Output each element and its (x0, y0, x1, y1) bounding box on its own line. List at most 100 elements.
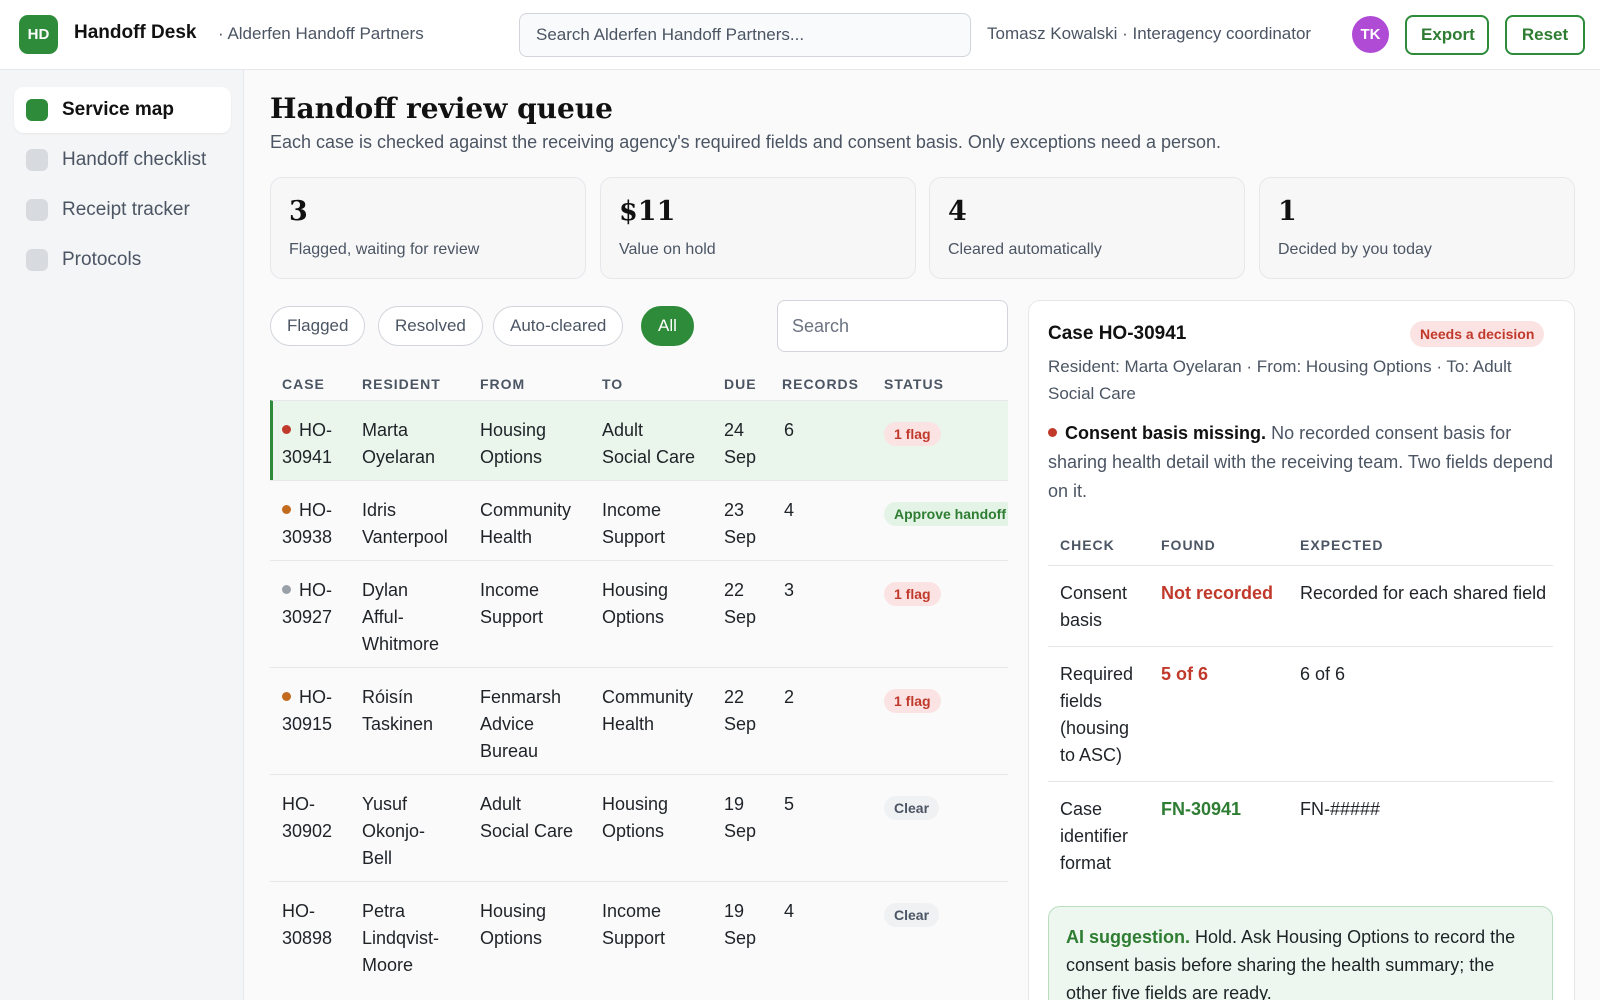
status-badge: 1 flag (884, 689, 941, 713)
sidebar-item-handoff-checklist[interactable]: Handoff checklist (14, 137, 231, 183)
table-row[interactable]: HO- 30898 Petra Lindqvist- Moore Housing Optio… (270, 881, 1008, 988)
cell-due: 22 Sep (724, 580, 757, 627)
cell-from: Income Support (480, 580, 544, 627)
cell-records: 2 (784, 687, 795, 707)
table-row[interactable]: HO- 30938 Idris Vanterpool Community Health In… (270, 480, 1008, 560)
check-name: Required fields (housing to ASC) (1060, 664, 1134, 765)
sidebar-item-label: Protocols (62, 249, 142, 270)
top-bar: HD Handoff Desk · Alderfen Handoff Partn… (0, 0, 1600, 70)
cell-from: Housing Options (480, 420, 547, 467)
column-header-status[interactable]: STATUS (884, 376, 944, 392)
status-dot-icon (282, 505, 291, 514)
cell-resident: Róisín Taskinen (362, 687, 434, 734)
issue-summary: Consent basis missing. No recorded conse… (1048, 419, 1553, 506)
cell-due: 23 Sep (724, 500, 757, 547)
cell-from: Community Health (480, 500, 572, 547)
status-dot-icon (282, 692, 291, 701)
cell-case: HO- 30938 (282, 500, 333, 547)
cell-resident: Marta Oyelaran (362, 420, 436, 467)
cell-case: HO- 30915 (282, 687, 333, 734)
case-title: Case HO-30941 (1048, 323, 1187, 344)
check-name: Consent basis (1060, 583, 1128, 630)
alert-dot-icon (1048, 428, 1057, 437)
page-title: Handoff review queue (270, 92, 613, 125)
cell-records: 4 (784, 500, 795, 520)
square-icon (26, 99, 48, 121)
cell-case: HO- 30941 (282, 420, 333, 467)
cell-to: Community Health (602, 687, 694, 734)
cell-due: 19 Sep (724, 794, 757, 841)
square-icon (26, 149, 48, 171)
cell-from: Housing Options (480, 901, 547, 948)
ai-suggestion-label: AI suggestion. (1066, 927, 1191, 947)
table-row[interactable]: HO- 30902 Yusuf Okonjo- Bell Adult Social Care… (270, 774, 1008, 881)
check-found: FN-30941 (1161, 799, 1242, 819)
cell-resident: Dylan Afful- Whitmore (362, 580, 440, 654)
status-badge[interactable]: Approve handoff (884, 502, 1008, 526)
status-badge: Needs a decision (1410, 321, 1545, 347)
table-row[interactable]: HO- 30941 Marta Oyelaran Housing Options Adult… (270, 400, 1008, 480)
table-row[interactable]: HO- 30915 Róisín Taskinen Fenmarsh Advice Bure… (270, 667, 1008, 774)
cell-resident: Idris Vanterpool (362, 500, 448, 547)
status-dot-icon (282, 425, 291, 434)
stat-value: $11 (619, 196, 676, 227)
check-name: Case identifier format (1060, 799, 1129, 873)
stat-label: Value on hold (619, 241, 716, 258)
square-icon (26, 249, 48, 271)
found-header: FOUND (1161, 537, 1216, 553)
stat-label: Decided by you today (1278, 241, 1432, 258)
export-button[interactable]: Export (1405, 15, 1489, 55)
cell-records: 6 (784, 420, 795, 440)
filter-chip-resolved[interactable]: Resolved (378, 306, 483, 346)
check-expected: FN-##### (1300, 799, 1381, 819)
column-header-from[interactable]: FROM (480, 376, 525, 392)
reset-button[interactable]: Reset (1505, 15, 1585, 55)
status-badge: Clear (884, 903, 940, 927)
page-subtitle: Each case is checked against the receivi… (270, 132, 1222, 152)
cell-records: 4 (784, 901, 795, 921)
cell-to: Income Support (602, 901, 666, 948)
global-search-input[interactable] (519, 13, 971, 57)
column-header-case[interactable]: CASE (282, 376, 325, 392)
avatar[interactable]: TK (1352, 16, 1389, 53)
app-title: Handoff Desk (74, 22, 197, 43)
filter-chip-auto-cleared[interactable]: Auto-cleared (493, 306, 624, 346)
stat-label: Cleared automatically (948, 241, 1102, 258)
filter-chip-flagged[interactable]: Flagged (270, 306, 366, 346)
cell-resident: Yusuf Okonjo- Bell (362, 794, 426, 868)
cell-to: Income Support (602, 500, 666, 547)
sidebar: Service map Handoff checklist Receipt tr… (0, 70, 244, 1000)
issue-title: Consent basis missing. (1065, 423, 1267, 443)
status-badge: 1 flag (884, 582, 941, 606)
check-row: Consent basis Not recorded Recorded for eac… (1048, 565, 1553, 646)
cell-resident: Petra Lindqvist- Moore (362, 901, 440, 975)
cell-case: HO- 30927 (282, 580, 333, 627)
filter-chip-all[interactable]: All (641, 306, 694, 346)
cell-to: Housing Options (602, 794, 669, 841)
stat-value: 1 (1278, 196, 1297, 227)
case-detail-panel: Case HO-30941 Needs a decision Resident:… (1028, 300, 1575, 1000)
queue-search-input[interactable] (777, 300, 1008, 352)
column-header-records[interactable]: RECORDS (782, 376, 859, 392)
column-header-resident[interactable]: RESIDENT (362, 376, 441, 392)
check-header: CHECK (1060, 537, 1115, 553)
sidebar-item-service-map[interactable]: Service map (14, 87, 231, 133)
column-header-to[interactable]: TO (602, 376, 623, 392)
stat-card-decided: 1 Decided by you today (1259, 177, 1575, 279)
sidebar-item-protocols[interactable]: Protocols (14, 237, 231, 283)
column-header-due[interactable]: DUE (724, 376, 757, 392)
cell-to: Adult Social Care (602, 420, 696, 467)
cell-due: 22 Sep (724, 687, 757, 734)
check-found: Not recorded (1161, 583, 1274, 603)
stat-value: 4 (948, 196, 967, 227)
status-badge: 1 flag (884, 422, 941, 446)
check-found: 5 of 6 (1161, 664, 1209, 684)
app-logo: HD (19, 15, 58, 54)
stat-card-value-on-hold: $11 Value on hold (600, 177, 916, 279)
sidebar-item-receipt-tracker[interactable]: Receipt tracker (14, 187, 231, 233)
table-row[interactable]: HO- 30927 Dylan Afful- Whitmore Income Support… (270, 560, 1008, 667)
check-expected: 6 of 6 (1300, 664, 1346, 684)
sidebar-item-label: Handoff checklist (62, 149, 207, 170)
check-row: Case identifier format FN-30941 FN-##### (1048, 781, 1553, 887)
cell-case: HO- 30898 (282, 901, 333, 948)
